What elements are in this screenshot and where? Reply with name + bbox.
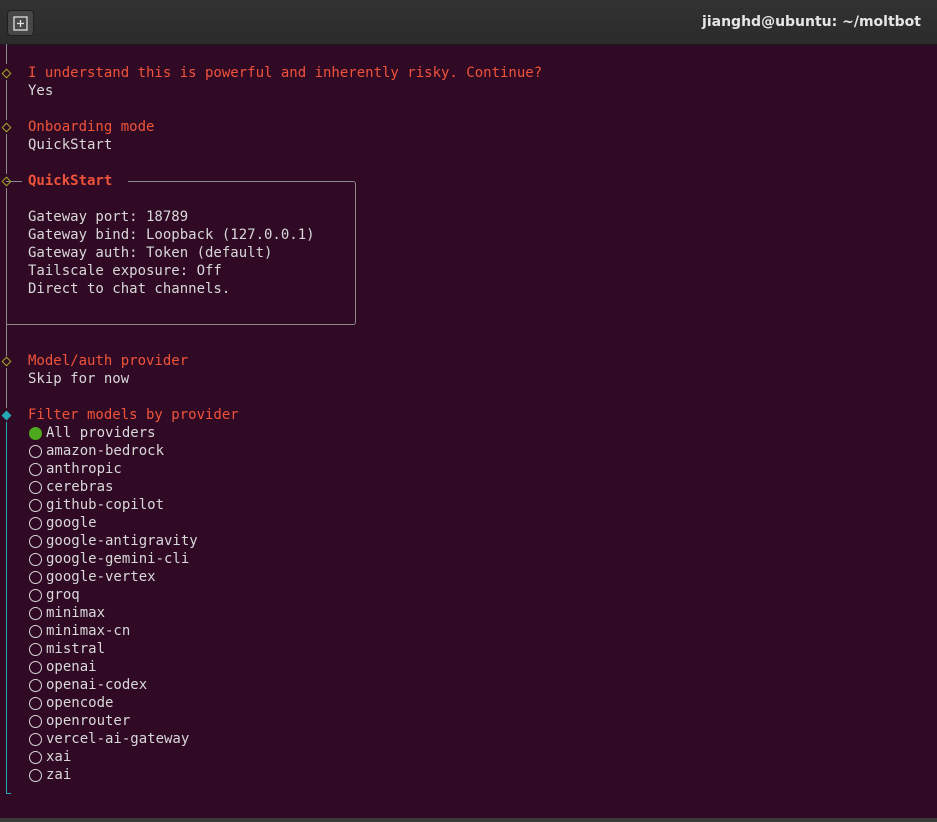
provider-option[interactable]: openai-codex bbox=[46, 676, 147, 694]
provider-option[interactable]: opencode bbox=[46, 694, 113, 712]
provider-option[interactable]: All providers bbox=[46, 424, 156, 442]
provider-option[interactable]: xai bbox=[46, 748, 71, 766]
quickstart-line: Gateway auth: Token (default) bbox=[28, 245, 273, 261]
radio-unselected[interactable] bbox=[29, 481, 42, 494]
radio-unselected[interactable] bbox=[29, 445, 42, 458]
radio-unselected[interactable] bbox=[29, 463, 42, 476]
radio-unselected[interactable] bbox=[29, 697, 42, 710]
radio-unselected[interactable] bbox=[29, 643, 42, 656]
provider-option[interactable]: cerebras bbox=[46, 478, 113, 496]
active-step-rail-end bbox=[6, 793, 11, 794]
quickstart-line: Tailscale exposure: Off bbox=[28, 263, 222, 279]
radio-unselected[interactable] bbox=[29, 733, 42, 746]
provider-option[interactable]: groq bbox=[46, 586, 80, 604]
quickstart-line: Gateway port: 18789 bbox=[28, 209, 189, 225]
window-bottom-edge bbox=[0, 818, 937, 822]
step-rail bbox=[6, 44, 7, 64]
step-rail bbox=[6, 368, 7, 408]
model-auth-answer: Skip for now bbox=[28, 371, 130, 387]
terminal-area[interactable]: I understand this is powerful and inhere… bbox=[0, 44, 937, 818]
provider-option[interactable]: github-copilot bbox=[46, 496, 164, 514]
provider-option[interactable]: minimax bbox=[46, 604, 105, 622]
radio-unselected[interactable] bbox=[29, 607, 42, 620]
radio-unselected[interactable] bbox=[29, 679, 42, 692]
provider-option[interactable]: google-gemini-cli bbox=[46, 550, 189, 568]
radio-unselected[interactable] bbox=[29, 661, 42, 674]
provider-option[interactable]: google-vertex bbox=[46, 568, 156, 586]
radio-unselected[interactable] bbox=[29, 625, 42, 638]
new-tab-icon bbox=[13, 15, 28, 31]
step-active-marker bbox=[1, 410, 12, 421]
provider-option[interactable]: google bbox=[46, 514, 97, 532]
provider-option[interactable]: minimax-cn bbox=[46, 622, 130, 640]
radio-unselected[interactable] bbox=[29, 517, 42, 530]
provider-option[interactable]: vercel-ai-gateway bbox=[46, 730, 189, 748]
radio-unselected[interactable] bbox=[29, 535, 42, 548]
provider-option[interactable]: amazon-bedrock bbox=[46, 442, 164, 460]
radio-unselected[interactable] bbox=[29, 715, 42, 728]
quickstart-title: QuickStart bbox=[28, 173, 113, 189]
quickstart-line: Gateway bind: Loopback (127.0.0.1) bbox=[28, 227, 315, 243]
step-done-marker bbox=[1, 122, 12, 133]
onboarding-answer: QuickStart bbox=[28, 137, 113, 153]
model-auth-question: Model/auth provider bbox=[28, 353, 189, 369]
radio-unselected[interactable] bbox=[29, 553, 42, 566]
title-bar: jianghd@ubuntu: ~/moltbot bbox=[0, 0, 937, 45]
provider-option[interactable]: anthropic bbox=[46, 460, 122, 478]
risk-question: I understand this is powerful and inhere… bbox=[28, 65, 543, 81]
radio-unselected[interactable] bbox=[29, 769, 42, 782]
step-done-marker bbox=[1, 356, 12, 367]
radio-unselected[interactable] bbox=[29, 571, 42, 584]
step-rail bbox=[6, 134, 7, 174]
provider-option[interactable]: mistral bbox=[46, 640, 105, 658]
provider-option[interactable]: zai bbox=[46, 766, 71, 784]
risk-answer: Yes bbox=[28, 83, 54, 99]
provider-option[interactable]: google-antigravity bbox=[46, 532, 198, 550]
provider-option[interactable]: openai bbox=[46, 658, 97, 676]
step-rail bbox=[6, 80, 7, 120]
active-step-rail bbox=[6, 422, 7, 794]
window-title: jianghd@ubuntu: ~/moltbot bbox=[702, 14, 921, 30]
radio-unselected[interactable] bbox=[29, 499, 42, 512]
step-done-marker bbox=[1, 68, 12, 79]
onboarding-question: Onboarding mode bbox=[28, 119, 155, 135]
provider-option[interactable]: openrouter bbox=[46, 712, 130, 730]
radio-selected[interactable] bbox=[29, 427, 42, 440]
new-tab-button[interactable] bbox=[7, 10, 34, 36]
quickstart-line: Direct to chat channels. bbox=[28, 281, 231, 297]
radio-unselected[interactable] bbox=[29, 751, 42, 764]
filter-question: Filter models by provider bbox=[28, 407, 239, 423]
radio-unselected[interactable] bbox=[29, 589, 42, 602]
